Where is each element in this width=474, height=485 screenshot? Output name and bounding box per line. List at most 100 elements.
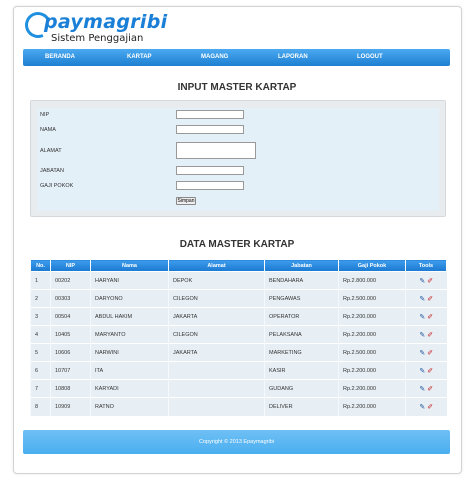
nip-input[interactable] [176,110,244,119]
footer: Copyright © 2013 Epaymagribi [23,430,450,454]
cell-gaji-pokok: Rp.2.500.000 [338,289,406,308]
cell-nip: 00303 [50,289,91,308]
cell-gaji-pokok: Rp.2.200.000 [338,307,406,326]
label-nama: NAMA [40,127,56,133]
pencil-icon[interactable]: ✎ [419,385,425,393]
cell-jabatan: PELAKSANA [264,325,339,344]
main-navbar: BERANDA KARTAP MAGANG LAPORAN LOGOUT [23,49,450,66]
cell-tools: ✎ ✐ [405,397,447,416]
col-header-gaji-pokok: Gaji Pokok [338,259,406,272]
pencil-icon[interactable]: ✎ [419,277,425,285]
cell-alamat: JAKARTA [168,343,265,362]
cell-nip: 10606 [50,343,91,362]
simpan-button[interactable]: Simpan [176,197,196,205]
gaji-pokok-input[interactable] [176,181,244,190]
cell-no: 2 [30,289,51,308]
cell-tools: ✎ ✐ [405,343,447,362]
cell-nip: 10707 [50,361,91,380]
pencil-icon[interactable]: ✎ [419,403,425,411]
col-header-tools: Tools [405,259,447,272]
logo-tagline: Sistem Penggajian [51,33,144,44]
col-header-no: No. [30,259,51,272]
cell-tools: ✎ ✐ [405,307,447,326]
nav-kartap[interactable]: KARTAP [127,54,152,60]
table-row: 7 10808 KARYADI GUDANG Rp.2.200.000 ✎ ✐ [30,379,447,398]
cell-gaji-pokok: Rp.2.200.000 [338,397,406,416]
cell-jabatan: KASIR [264,361,339,380]
cell-alamat: DEPOK [168,271,265,290]
cell-jabatan: PENGAWAS [264,289,339,308]
cell-alamat: CILEGON [168,325,265,344]
cell-tools: ✎ ✐ [405,271,447,290]
cell-nama: MARYANTO [90,325,169,344]
eraser-icon[interactable]: ✐ [427,295,433,303]
eraser-icon[interactable]: ✐ [427,403,433,411]
cell-nip: 00202 [50,271,91,290]
label-gaji-pokok: GAJI POKOK [40,183,74,189]
cell-nip: 10405 [50,325,91,344]
cell-nama: HARYANI [90,271,169,290]
cell-gaji-pokok: Rp.2.200.000 [338,379,406,398]
cell-gaji-pokok: Rp.2.500.000 [338,343,406,362]
cell-no: 4 [30,325,51,344]
cell-jabatan: GUDANG [264,379,339,398]
pencil-icon[interactable]: ✎ [419,295,425,303]
nama-input[interactable] [176,125,244,134]
cell-gaji-pokok: Rp.2.800.000 [338,271,406,290]
cell-no: 5 [30,343,51,362]
cell-alamat [168,397,265,416]
cell-nip: 00504 [50,307,91,326]
pencil-icon[interactable]: ✎ [419,367,425,375]
cell-tools: ✎ ✐ [405,379,447,398]
cell-tools: ✎ ✐ [405,325,447,344]
table-row: 5 10606 NARWINI JAKARTA MARKETING Rp.2.5… [30,343,447,362]
nav-logout[interactable]: LOGOUT [357,54,383,60]
alamat-textarea[interactable] [176,142,256,159]
cell-jabatan: MARKETING [264,343,339,362]
cell-nip: 10909 [50,397,91,416]
cell-alamat: CILEGON [168,289,265,308]
table-row: 8 10909 RATNO DELIVER Rp.2.200.000 ✎ ✐ [30,397,447,416]
label-nip: NIP [40,112,50,118]
cell-jabatan: OPERATOR [264,307,339,326]
table-header-row: No. NIP Nama Alamat Jabatan Gaji Pokok T… [30,259,447,272]
nav-laporan[interactable]: LAPORAN [278,54,308,60]
cell-jabatan: BENDAHARA [264,271,339,290]
cell-nama: NARWINI [90,343,169,362]
nav-magang[interactable]: MAGANG [201,54,228,60]
eraser-icon[interactable]: ✐ [427,313,433,321]
eraser-icon[interactable]: ✐ [427,349,433,357]
jabatan-input[interactable] [176,166,244,175]
form-inner [37,108,439,211]
pencil-icon[interactable]: ✎ [419,313,425,321]
eraser-icon[interactable]: ✐ [427,277,433,285]
cell-jabatan: DELIVER [264,397,339,416]
pencil-icon[interactable]: ✎ [419,349,425,357]
table-row: 2 00303 DARYONO CILEGON PENGAWAS Rp.2.50… [30,289,447,308]
eraser-icon[interactable]: ✐ [427,385,433,393]
table-row: 1 00202 HARYANI DEPOK BENDAHARA Rp.2.800… [30,271,447,290]
eraser-icon[interactable]: ✐ [427,331,433,339]
cell-alamat [168,361,265,380]
col-header-alamat: Alamat [168,259,265,272]
cell-nama: DARYONO [90,289,169,308]
label-jabatan: JABATAN [40,168,64,174]
cell-nama: ABDUL HAKIM [90,307,169,326]
cell-alamat: JAKARTA [168,307,265,326]
table-title: DATA MASTER KARTAP [179,239,295,250]
cell-no: 1 [30,271,51,290]
table-row: 3 00504 ABDUL HAKIM JAKARTA OPERATOR Rp.… [30,307,447,326]
col-header-nama: Nama [90,259,169,272]
cell-alamat [168,379,265,398]
nav-beranda[interactable]: BERANDA [45,54,75,60]
pencil-icon[interactable]: ✎ [419,331,425,339]
table-row: 6 10707 ITA KASIR Rp.2.200.000 ✎ ✐ [30,361,447,380]
label-alamat: ALAMAT [40,148,62,154]
table-row: 4 10405 MARYANTO CILEGON PELAKSANA Rp.2.… [30,325,447,344]
cell-tools: ✎ ✐ [405,361,447,380]
form-title: INPUT MASTER KARTAP [177,82,297,93]
logo-brand: paymagribi [44,11,168,33]
cell-gaji-pokok: Rp.2.200.000 [338,361,406,380]
cell-nama: RATNO [90,397,169,416]
eraser-icon[interactable]: ✐ [427,367,433,375]
